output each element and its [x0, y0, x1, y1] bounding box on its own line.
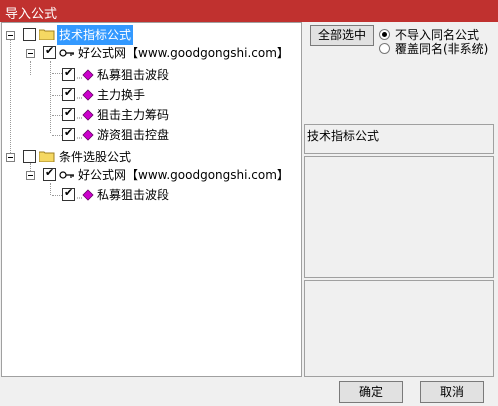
ok-button[interactable]: 确定: [339, 381, 403, 403]
formula-icon: [77, 69, 94, 81]
formula-icon: [77, 129, 94, 141]
detail-panel: [304, 280, 494, 377]
formula-item[interactable]: 主力换手: [62, 85, 202, 105]
tree-line: [50, 61, 51, 133]
formula-icon: [77, 109, 94, 121]
formula-item[interactable]: 狙击主力筹码: [62, 105, 202, 125]
formula-checkbox[interactable]: [62, 105, 75, 121]
description-panel: [304, 156, 494, 278]
formula-label[interactable]: 私募狙击波段: [97, 65, 169, 85]
tree-line: [30, 61, 31, 75]
collapse-toggle[interactable]: [6, 31, 15, 40]
group-checkbox[interactable]: [23, 28, 36, 41]
skip-duplicates-radio[interactable]: [379, 29, 390, 40]
formula-label[interactable]: 狙击主力筹码: [97, 105, 169, 125]
category-label: 技术指标公式: [307, 129, 380, 143]
source-checkbox[interactable]: [43, 43, 56, 59]
formula-item[interactable]: 私募狙击波段: [62, 65, 202, 85]
window-title: 导入公式: [5, 7, 58, 22]
formula-checkbox[interactable]: [62, 65, 75, 81]
tree-group-screening[interactable]: 条件选股公式: [6, 147, 176, 167]
formula-label[interactable]: 游资狙击控盘: [97, 125, 169, 145]
overwrite-duplicates-radio[interactable]: [379, 43, 390, 54]
formula-tree[interactable]: 技术指标公式 好公式网【www.goodgongshi.com】 私募狙击波段 …: [1, 22, 302, 377]
formula-label[interactable]: 主力换手: [97, 85, 145, 105]
formula-label[interactable]: 私募狙击波段: [97, 185, 169, 205]
group-label[interactable]: 条件选股公式: [59, 147, 131, 167]
formula-item[interactable]: 游资狙击控盘: [62, 125, 202, 145]
formula-checkbox[interactable]: [62, 85, 75, 101]
select-all-button[interactable]: 全部选中: [310, 25, 374, 46]
tree-source-node[interactable]: 好公式网【www.goodgongshi.com】: [26, 165, 289, 185]
tree-group-technical[interactable]: 技术指标公式: [6, 25, 176, 45]
collapse-toggle[interactable]: [26, 49, 35, 58]
source-label[interactable]: 好公式网【www.goodgongshi.com】: [78, 43, 289, 63]
formula-icon: [77, 189, 94, 201]
cancel-button[interactable]: 取消: [420, 381, 484, 403]
collapse-toggle[interactable]: [6, 153, 15, 162]
overwrite-duplicates-label[interactable]: 覆盖同名(非系统): [395, 40, 488, 57]
formula-checkbox[interactable]: [62, 185, 75, 201]
source-checkbox[interactable]: [43, 165, 56, 181]
group-label[interactable]: 技术指标公式: [57, 25, 134, 45]
title-bar: 导入公式: [0, 0, 498, 22]
formula-item[interactable]: 私募狙击波段: [62, 185, 202, 205]
key-icon: [59, 171, 74, 179]
folder-icon: [39, 151, 55, 162]
tree-source-node[interactable]: 好公式网【www.goodgongshi.com】: [26, 43, 289, 63]
folder-icon: [39, 29, 55, 40]
info-panel: 技术指标公式: [304, 124, 494, 154]
collapse-toggle[interactable]: [26, 171, 35, 180]
group-checkbox[interactable]: [23, 150, 36, 163]
key-icon: [59, 49, 74, 57]
source-label[interactable]: 好公式网【www.goodgongshi.com】: [78, 165, 289, 185]
tree-line: [10, 39, 11, 157]
formula-icon: [77, 89, 94, 101]
formula-checkbox[interactable]: [62, 125, 75, 141]
